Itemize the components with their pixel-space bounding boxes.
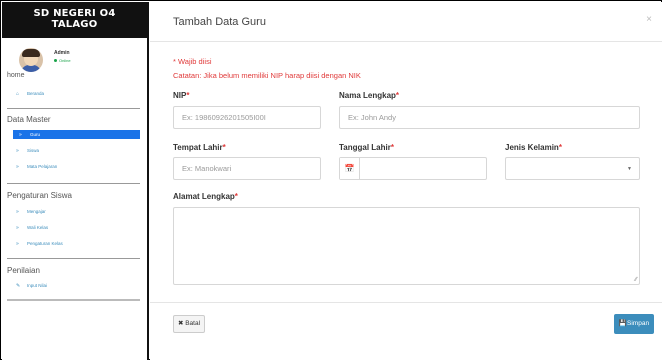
section-home-header: home <box>7 72 25 79</box>
chevron-right-icon: » <box>16 209 19 215</box>
nip-field[interactable] <box>173 106 321 129</box>
sidebar-item-input-nilai[interactable]: ✎ Input Nilai <box>16 281 47 290</box>
modal-dialog: Tambah Data Guru × * Wajib diisi Catatan… <box>150 2 662 360</box>
chevron-right-icon: » <box>16 225 19 231</box>
sidebar-item-label: Input Nilai <box>27 283 48 288</box>
modal-title: Tambah Data Guru <box>173 16 266 28</box>
jenis-kelamin-select[interactable]: ▼ <box>505 157 640 180</box>
modal-header: Tambah Data Guru × <box>150 2 662 42</box>
sidebar-item-guru[interactable]: » Guru <box>13 130 140 139</box>
nip-label: NIP* <box>173 91 190 100</box>
tanggal-label: Tanggal Lahir* <box>339 143 394 152</box>
sidebar-item-label: Mata Pelajaran <box>27 164 58 169</box>
save-icon: 💾 <box>618 320 628 327</box>
calendar-icon[interactable]: 📅 <box>340 158 360 179</box>
user-name: Admin <box>54 50 70 56</box>
sidebar-item-wali-kelas[interactable]: » Wali Kelas <box>16 223 48 232</box>
sidebar-item-beranda[interactable]: ⌂ Beranda <box>16 89 44 98</box>
sidebar-item-siswa[interactable]: » Siswa <box>16 146 39 155</box>
alamat-label: Alamat Lengkap* <box>173 192 238 201</box>
jenis-kelamin-label: Jenis Kelamin* <box>505 143 562 152</box>
sidebar-item-label: Guru <box>30 132 41 137</box>
sidebar-item-mata-pelajaran[interactable]: » Mata Pelajaran <box>16 162 57 171</box>
catatan-note: Catatan: Jika belum memiliki NIP harap d… <box>173 71 361 80</box>
nama-field[interactable] <box>339 106 640 129</box>
brand-line-1: SD NEGERI O4 <box>33 8 116 19</box>
user-panel: Admin Online <box>2 46 147 74</box>
tempat-field[interactable] <box>173 157 321 180</box>
chevron-right-icon: » <box>19 132 22 138</box>
sidebar-item-label: Pengaturan Kelas <box>27 241 63 246</box>
sidebar-divider <box>7 299 140 301</box>
brand-line-2: TALAGO <box>51 19 98 30</box>
sidebar-divider <box>7 258 140 259</box>
simpan-button[interactable]: 💾Simpan <box>614 314 654 334</box>
sidebar: SD NEGERI O4 TALAGO Admin Online home ⌂ B… <box>2 2 149 360</box>
edit-icon: ✎ <box>16 283 21 289</box>
section-pengaturan-siswa: Pengaturan Siswa <box>7 191 72 200</box>
section-penilaian: Penilaian <box>7 266 40 275</box>
alamat-textarea[interactable]: ∕∕ <box>173 207 640 285</box>
sidebar-divider <box>7 108 140 109</box>
sidebar-item-label: Siswa <box>27 148 40 153</box>
section-data-master: Data Master <box>7 115 51 124</box>
chevron-right-icon: » <box>16 164 19 170</box>
sidebar-item-mengajar[interactable]: » Mengajar <box>16 207 46 216</box>
sidebar-item-label: Mengajar <box>27 209 46 214</box>
sidebar-item-label: Beranda <box>27 91 45 96</box>
home-icon: ⌂ <box>16 91 20 97</box>
chevron-right-icon: » <box>16 241 19 247</box>
sidebar-item-label: Wali Kelas <box>27 225 49 230</box>
nama-label: Nama Lengkap* <box>339 91 400 100</box>
batal-button[interactable]: ✖ Batal <box>173 315 205 333</box>
caret-down-icon: ▼ <box>627 166 632 172</box>
close-icon[interactable]: × <box>646 14 652 25</box>
tanggal-field[interactable]: 📅 <box>339 157 487 180</box>
required-note: * Wajib diisi <box>173 57 212 66</box>
window-frame: SD NEGERI O4 TALAGO Admin Online home ⌂ B… <box>0 0 662 360</box>
avatar <box>19 48 43 72</box>
modal-footer-divider <box>150 302 662 303</box>
user-status: Online <box>54 58 71 63</box>
sidebar-divider <box>7 183 140 184</box>
resize-grip-icon[interactable]: ∕∕ <box>635 277 637 283</box>
sidebar-item-pengaturan-kelas[interactable]: » Pengaturan Kelas <box>16 239 63 248</box>
school-brand: SD NEGERI O4 TALAGO <box>2 2 147 38</box>
chevron-right-icon: » <box>16 148 19 154</box>
tempat-label: Tempat Lahir* <box>173 143 226 152</box>
close-icon: ✖ <box>177 320 184 327</box>
